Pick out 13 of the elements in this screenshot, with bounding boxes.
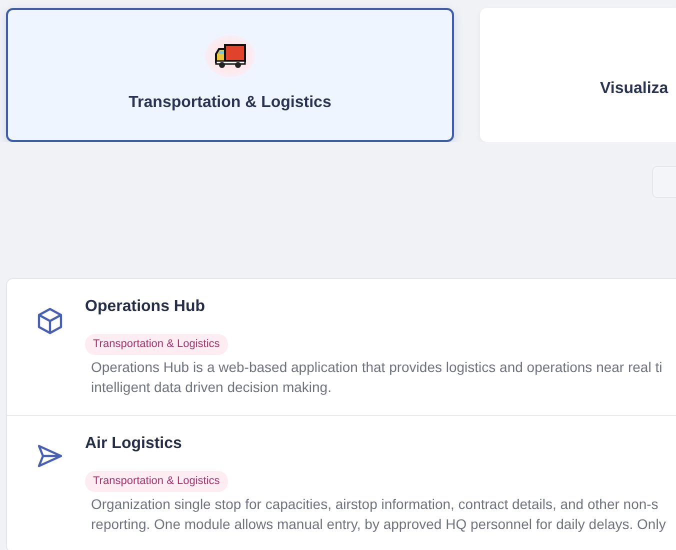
category-tag: Transportation & Logistics — [85, 471, 228, 492]
category-label: Visualiza — [600, 79, 668, 99]
category-tile[interactable]: Transportation & Logistics — [6, 8, 454, 142]
app-description: Organization single stop for capacities, airstop information, contract details, and other non-s reporting. One module allows manual entry, by approved HQ personnel for daily delays. Only — [91, 495, 666, 534]
send-icon — [37, 444, 63, 468]
app-description: Operations Hub is a web-based application that provides logistics and operations near real ti intelligent data driven decision making. — [91, 358, 662, 397]
cube-icon — [37, 307, 63, 335]
category-tile[interactable]: Visualiza — [480, 8, 676, 142]
category-tag: Transportation & Logistics — [85, 334, 228, 354]
category-label: Transportation & Logistics — [128, 93, 332, 113]
truck-icon — [213, 43, 247, 69]
app-title[interactable]: Operations Hub — [85, 295, 662, 319]
app-title[interactable]: Air Logistics — [85, 432, 666, 456]
